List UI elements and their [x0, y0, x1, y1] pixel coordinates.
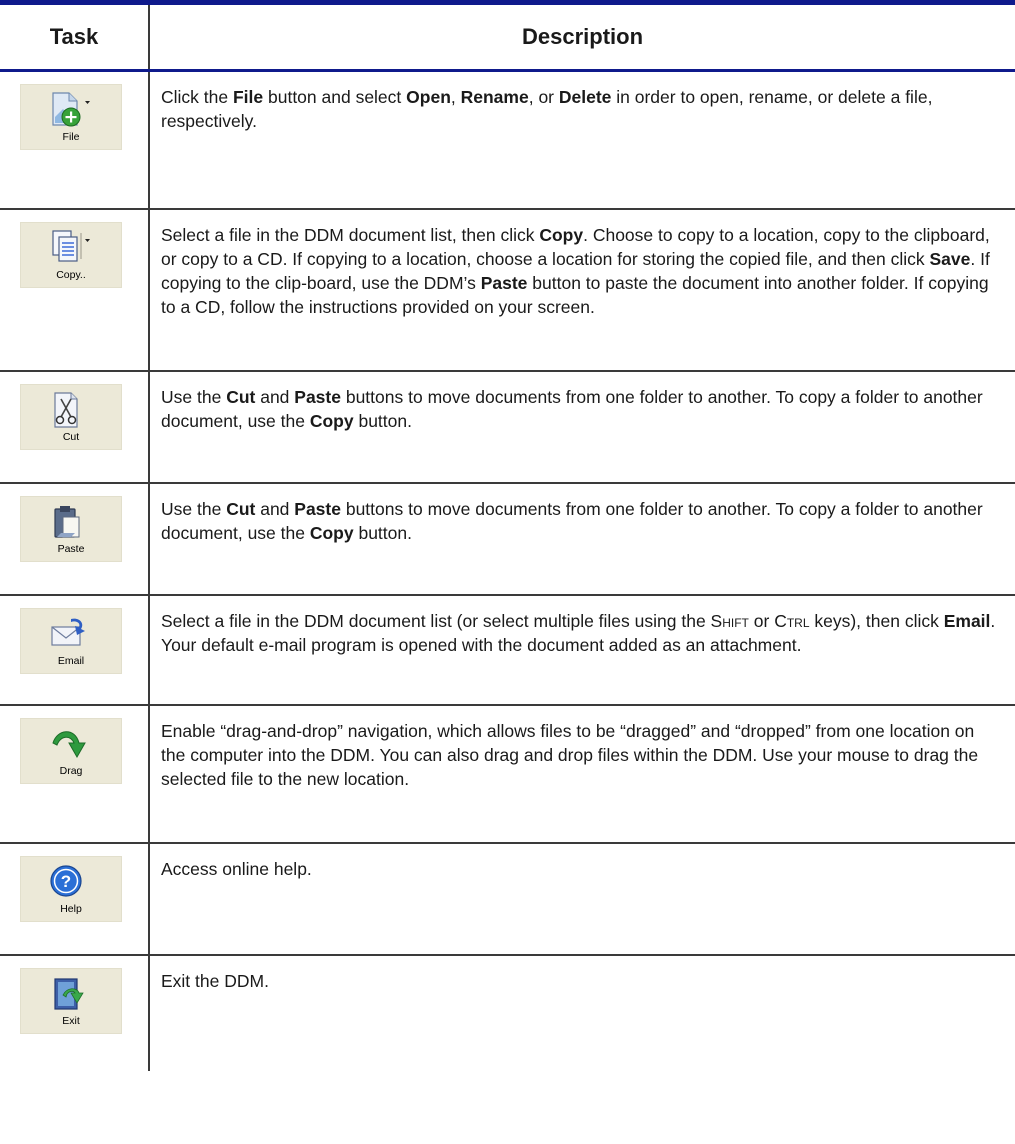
- scissors-icon: [54, 392, 78, 428]
- task-table: Task Description File Click the File but…: [0, 5, 1015, 1071]
- bold-term: Paste: [294, 387, 341, 407]
- paste-button-label: Paste: [57, 543, 85, 555]
- table-row-paste: Paste Use the Cut and Paste buttons to m…: [0, 484, 1015, 596]
- table-row-drag: Drag Enable “drag-and-drop” navigation, …: [0, 706, 1015, 844]
- exit-button-label: Exit: [62, 1015, 80, 1027]
- bold-term: File: [232, 87, 264, 107]
- copy-button[interactable]: Copy..: [20, 222, 122, 288]
- svg-text:?: ?: [61, 872, 71, 891]
- file-button[interactable]: File: [20, 84, 122, 150]
- table-row-file: File Click the File button and select Op…: [0, 72, 1015, 210]
- row-description: Select a file in the DDM document list, …: [161, 225, 990, 317]
- bold-term: Copy: [539, 225, 584, 245]
- bold-term: Copy: [309, 411, 354, 431]
- drag-button[interactable]: Drag: [20, 718, 122, 784]
- description-column-header: Description: [521, 24, 644, 49]
- bold-term: Email: [943, 611, 991, 631]
- table-row-exit: Exit Exit the DDM.: [0, 956, 1015, 1071]
- table-row-cut: Cut Use the Cut and Paste buttons to mov…: [0, 372, 1015, 484]
- bold-term: Paste: [294, 499, 341, 519]
- key-name: Shift: [710, 611, 749, 631]
- copy-icon: [52, 230, 90, 262]
- bold-term: Cut: [226, 499, 256, 519]
- bold-term: Save: [929, 249, 971, 269]
- row-description: Use the Cut and Paste buttons to move do…: [161, 387, 983, 431]
- clipboard-icon: [54, 506, 80, 538]
- file-add-icon: [52, 92, 90, 127]
- curved-arrow-icon: [52, 731, 86, 759]
- row-description: Exit the DDM.: [161, 971, 269, 991]
- file-button-label: File: [62, 131, 80, 143]
- task-column-header: Task: [0, 5, 150, 69]
- cut-button[interactable]: Cut: [20, 384, 122, 450]
- envelope-icon: [51, 618, 85, 646]
- help-icon: ?: [50, 865, 82, 897]
- table-row-copy: Copy.. Select a file in the DDM document…: [0, 210, 1015, 372]
- bold-term: Delete: [558, 87, 612, 107]
- table-row-email: Email Select a file in the DDM document …: [0, 596, 1015, 706]
- email-button[interactable]: Email: [20, 608, 122, 674]
- drag-button-label: Drag: [59, 765, 83, 777]
- bold-term: Open: [406, 87, 451, 107]
- bold-term: Paste: [480, 273, 528, 293]
- help-button[interactable]: ? Help: [20, 856, 122, 922]
- copy-button-label: Copy..: [56, 269, 86, 281]
- key-name: Ctrl: [774, 611, 810, 631]
- exit-button[interactable]: Exit: [20, 968, 122, 1034]
- cut-button-label: Cut: [62, 431, 80, 443]
- bold-term: Cut: [226, 387, 256, 407]
- table-row-help: ? Help Access online help.: [0, 844, 1015, 956]
- exit-door-icon: [54, 978, 84, 1010]
- row-description: Click the File button and select Open, R…: [161, 87, 933, 131]
- bold-term: Copy: [309, 523, 354, 543]
- email-button-label: Email: [57, 655, 85, 667]
- row-description: Use the Cut and Paste buttons to move do…: [161, 499, 983, 543]
- row-description: Select a file in the DDM document list (…: [161, 611, 996, 655]
- bold-term: Rename: [460, 87, 529, 107]
- paste-button[interactable]: Paste: [20, 496, 122, 562]
- table-header: Task Description: [0, 5, 1015, 72]
- row-description: Enable “drag-and-drop” navigation, which…: [161, 721, 979, 789]
- help-button-label: Help: [60, 903, 82, 915]
- row-description: Access online help.: [161, 859, 312, 879]
